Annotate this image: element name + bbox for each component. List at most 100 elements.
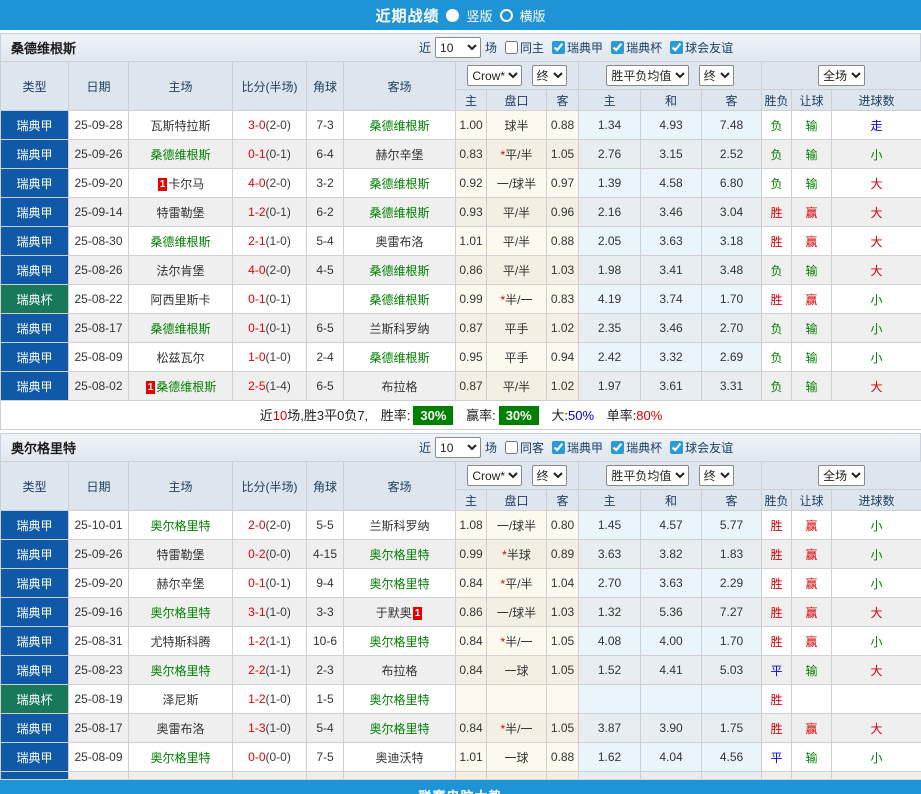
table-row: 瑞典甲25-09-14特雷勒堡1-2(0-1)6-2桑德维根斯0.93平/半0.…	[1, 198, 921, 227]
away-team: 桑德维根斯	[344, 285, 456, 314]
corner-score: 3-2	[307, 169, 344, 198]
avg-win-odds: 1.52	[579, 656, 641, 685]
same-venue-checkbox[interactable]	[505, 41, 518, 54]
odds-away: 1.03	[547, 598, 579, 627]
result-outcome: 胜	[762, 540, 792, 569]
match-score: 1-2(1-0)	[233, 685, 307, 714]
league-badge: 瑞典甲	[1, 511, 69, 540]
result-goals: 大	[832, 256, 921, 285]
home-team: 桑德维根斯	[129, 314, 233, 343]
league-filter-checkbox[interactable]	[552, 441, 565, 454]
avg-lose-odds: 1.75	[702, 714, 762, 743]
col-away: 客场	[344, 462, 456, 511]
away-team: 桑德维根斯	[344, 111, 456, 140]
match-count-select[interactable]: 10	[435, 437, 481, 458]
match-date: 25-09-20	[69, 569, 129, 598]
corner-score: 4-15	[307, 540, 344, 569]
result-handicap: 赢	[792, 511, 832, 540]
match-score: 1-0(1-0)	[233, 343, 307, 372]
cup-filter-checkbox[interactable]	[611, 41, 624, 54]
corner-score: 9-4	[307, 569, 344, 598]
away-team: 兰斯科罗纳	[344, 314, 456, 343]
result-handicap: 赢	[792, 714, 832, 743]
avg-time-select[interactable]: 终	[699, 65, 734, 86]
away-team: 奥雷布洛	[344, 227, 456, 256]
match-score: 4-0(2-0)	[233, 256, 307, 285]
col-avg-win: 主	[579, 490, 641, 511]
avg-draw-odds: 3.46	[641, 314, 702, 343]
result-goals: 小	[832, 343, 921, 372]
match-count-select[interactable]: 10	[435, 37, 481, 58]
match-date: 25-09-28	[69, 111, 129, 140]
match-date: 25-08-26	[69, 256, 129, 285]
home-team: 奥尔格里特	[129, 656, 233, 685]
home-team: 瓦斯特拉斯	[129, 111, 233, 140]
corner-score: 6-5	[307, 314, 344, 343]
result-outcome: 胜	[762, 198, 792, 227]
match-date: 25-08-17	[69, 314, 129, 343]
avg-lose-odds: 1.83	[702, 540, 762, 569]
summary-count: 10	[273, 408, 287, 423]
corner-score: 7-5	[307, 743, 344, 772]
odds-away: 1.05	[547, 140, 579, 169]
scope-select[interactable]: 全场	[818, 465, 865, 486]
friendly-filter-label: 球会友谊	[685, 39, 733, 56]
table-row: 瑞典甲25-08-17桑德维根斯0-1(0-1)6-5兰斯科罗纳0.87平手1.…	[1, 314, 921, 343]
odds-home: 0.93	[456, 198, 487, 227]
col-avg-lose: 客	[702, 90, 762, 111]
odds-time-select[interactable]: 终	[532, 465, 567, 486]
odds-away: 0.89	[547, 540, 579, 569]
same-venue-checkbox[interactable]	[505, 441, 518, 454]
avg-odds-select[interactable]: 胜平负均值	[606, 65, 689, 86]
match-score: 4-0(2-0)	[233, 169, 307, 198]
friendly-filter-label: 球会友谊	[685, 439, 733, 456]
result-handicap: 输	[792, 343, 832, 372]
away-team: 兰斯科罗纳	[344, 511, 456, 540]
avg-odds-select[interactable]: 胜平负均值	[606, 465, 689, 486]
league-filter-checkbox[interactable]	[552, 41, 565, 54]
odds-away: 0.88	[547, 743, 579, 772]
col-date: 日期	[69, 62, 129, 111]
league-badge: 瑞典甲	[1, 227, 69, 256]
avg-lose-odds: 2.29	[702, 569, 762, 598]
profit-rate-badge: 30%	[499, 406, 539, 425]
odds-company-select[interactable]: Crow*	[467, 65, 522, 86]
matches-label: 场	[485, 439, 497, 456]
col-odds-away: 客	[547, 490, 579, 511]
results-table: 类型 日期 主场 比分(半场) 角球 客场 Crow* 终 胜平负均值 终	[0, 461, 921, 794]
friendly-filter-checkbox[interactable]	[670, 41, 683, 54]
col-goals: 进球数	[832, 490, 921, 511]
avg-win-odds: 1.39	[579, 169, 641, 198]
avg-win-odds: 4.08	[579, 627, 641, 656]
rank-badge: 1	[413, 607, 423, 620]
league-badge: 瑞典甲	[1, 343, 69, 372]
result-goals: 小	[832, 540, 921, 569]
corner-score: 5-5	[307, 511, 344, 540]
avg-win-odds	[579, 685, 641, 714]
match-date: 25-09-14	[69, 198, 129, 227]
col-odds-home: 主	[456, 490, 487, 511]
bottom-section-bar: 联赛电脑大势	[0, 779, 921, 794]
avg-lose-odds: 5.03	[702, 656, 762, 685]
vertical-layout-radio[interactable]	[446, 9, 459, 22]
cup-filter-checkbox[interactable]	[611, 441, 624, 454]
odds-company-select[interactable]: Crow*	[467, 465, 522, 486]
friendly-filter-checkbox[interactable]	[670, 441, 683, 454]
odds-home: 0.84	[456, 627, 487, 656]
odds-home: 1.01	[456, 743, 487, 772]
match-date: 25-09-26	[69, 540, 129, 569]
home-team: 法尔肯堡	[129, 256, 233, 285]
scope-select[interactable]: 全场	[818, 65, 865, 86]
match-date: 25-08-19	[69, 685, 129, 714]
odds-away: 0.83	[547, 285, 579, 314]
avg-time-select[interactable]: 终	[699, 465, 734, 486]
results-table: 类型 日期 主场 比分(半场) 角球 客场 Crow* 终 胜平负均值 终	[0, 61, 921, 430]
col-handicap-result: 让球	[792, 90, 832, 111]
handicap-name: *半球	[487, 540, 547, 569]
handicap-name: 平手	[487, 314, 547, 343]
result-outcome: 负	[762, 169, 792, 198]
horizontal-layout-radio[interactable]	[500, 9, 513, 22]
col-home: 主场	[129, 62, 233, 111]
handicap-name: 平手	[487, 343, 547, 372]
odds-time-select[interactable]: 终	[532, 65, 567, 86]
